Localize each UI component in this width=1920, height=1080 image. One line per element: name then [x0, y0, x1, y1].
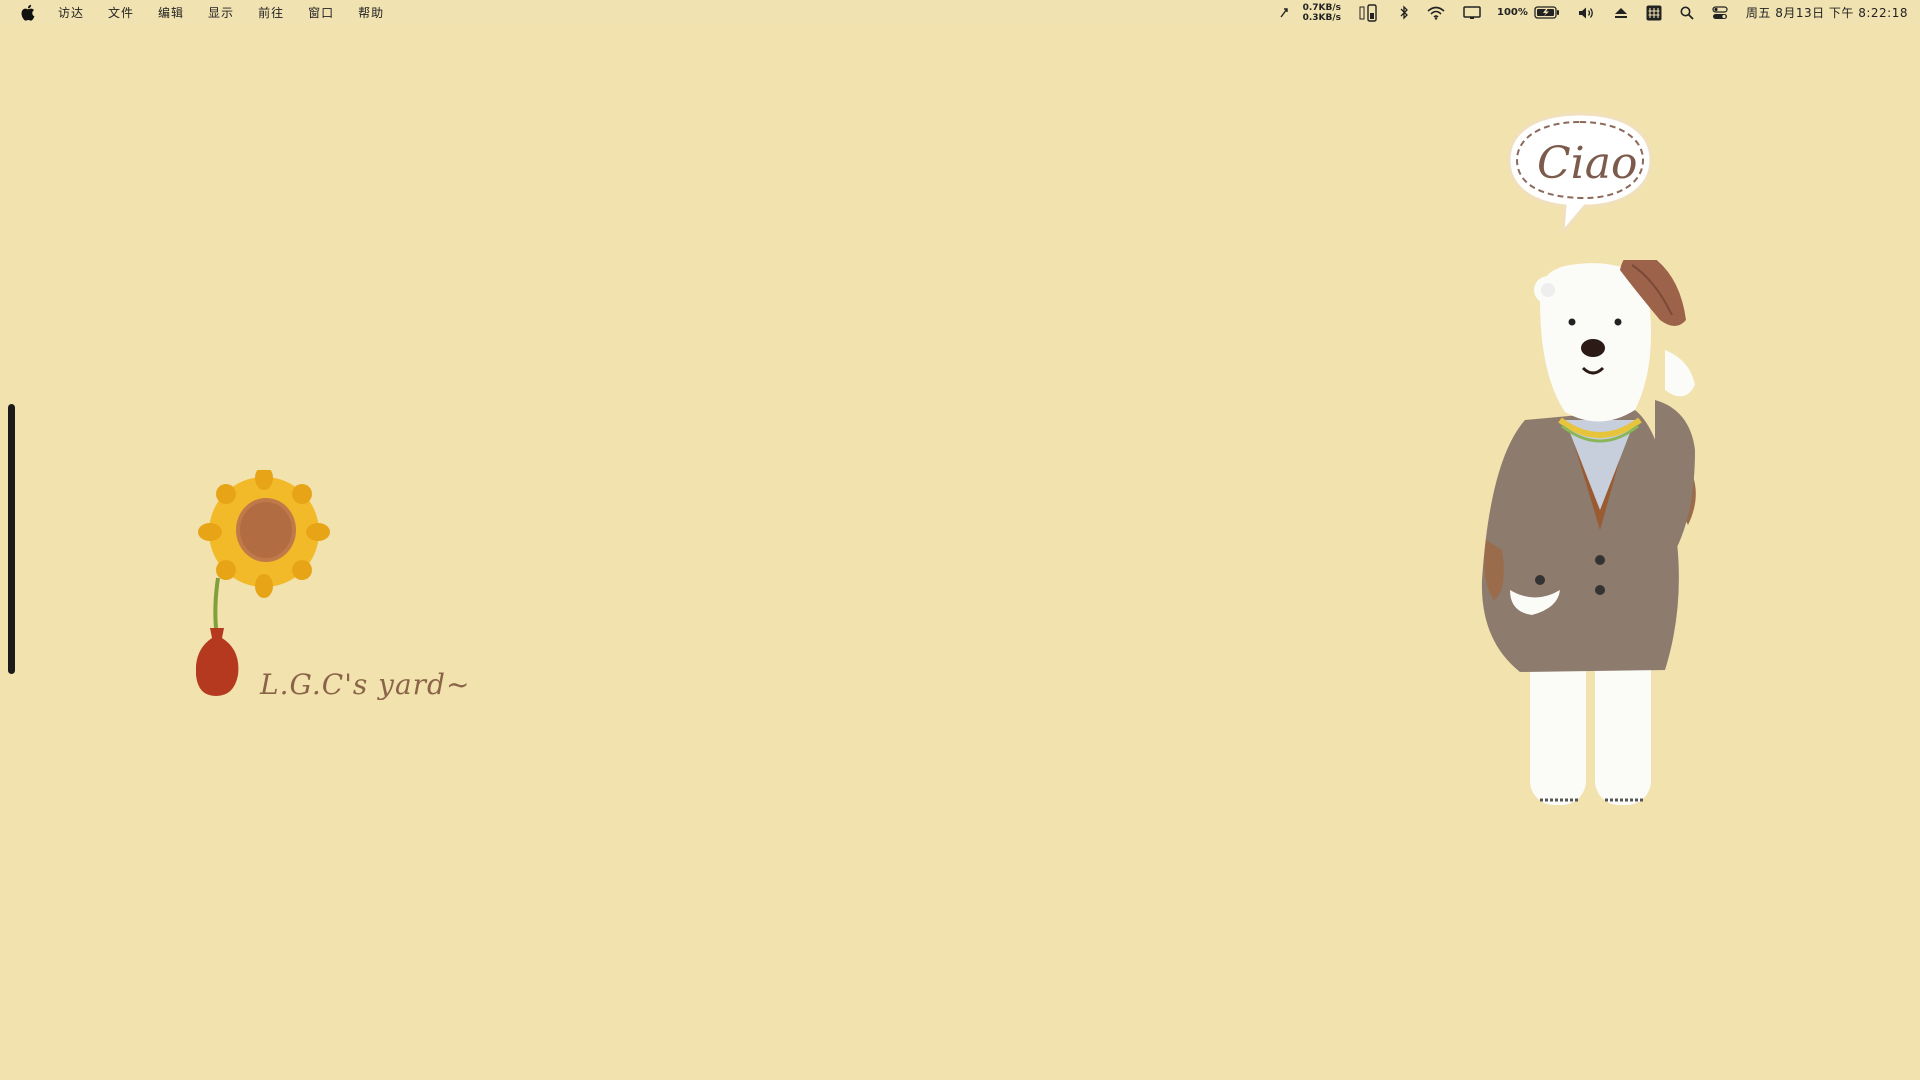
battery-charging-icon[interactable]	[1534, 6, 1560, 19]
speech-bubble-text: Ciao	[1537, 138, 1638, 189]
menu-file[interactable]: 文件	[108, 4, 134, 21]
volume-icon[interactable]	[1578, 6, 1596, 20]
input-method-icon[interactable]	[1646, 5, 1662, 21]
side-handle[interactable]	[8, 404, 15, 674]
cursor-icon[interactable]	[1279, 7, 1289, 19]
menu-go[interactable]: 前往	[258, 4, 284, 21]
menu-help[interactable]: 帮助	[358, 4, 384, 21]
control-center-icon[interactable]	[1712, 5, 1728, 20]
polar-bear-illustration	[1481, 260, 1696, 805]
network-speed[interactable]: 0.7KB/s 0.3KB/s	[1303, 3, 1341, 23]
network-download-speed: 0.3KB/s	[1302, 12, 1341, 23]
bluetooth-icon[interactable]	[1399, 5, 1409, 20]
network-upload-speed: 0.7KB/s	[1302, 2, 1341, 13]
menu-edit[interactable]: 编辑	[158, 4, 184, 21]
menu-finder[interactable]: 访达	[58, 4, 84, 21]
clock[interactable]: 周五 8月13日 下午 8:22:18	[1746, 4, 1908, 21]
menu-bar: 访达 文件 编辑 显示 前往 窗口 帮助 0.7KB/s 0.3KB/s 100…	[0, 0, 1920, 25]
menu-bar-right: 0.7KB/s 0.3KB/s 100% 周五 8月13日 下午 8:22:18	[1261, 0, 1908, 25]
wifi-icon[interactable]	[1427, 6, 1445, 20]
phone-battery-icon[interactable]	[1359, 3, 1381, 22]
search-icon[interactable]	[1680, 6, 1694, 20]
apple-logo-icon[interactable]	[20, 4, 36, 22]
eject-icon[interactable]	[1614, 7, 1628, 19]
display-icon[interactable]	[1463, 5, 1481, 20]
menu-bar-left: 访达 文件 编辑 显示 前往 窗口 帮助	[20, 0, 408, 25]
wallpaper-signature-text: L.G.C's yard~	[260, 668, 471, 701]
menu-window[interactable]: 窗口	[308, 4, 334, 21]
battery-percent[interactable]: 100%	[1497, 7, 1528, 18]
menu-view[interactable]: 显示	[208, 4, 234, 21]
